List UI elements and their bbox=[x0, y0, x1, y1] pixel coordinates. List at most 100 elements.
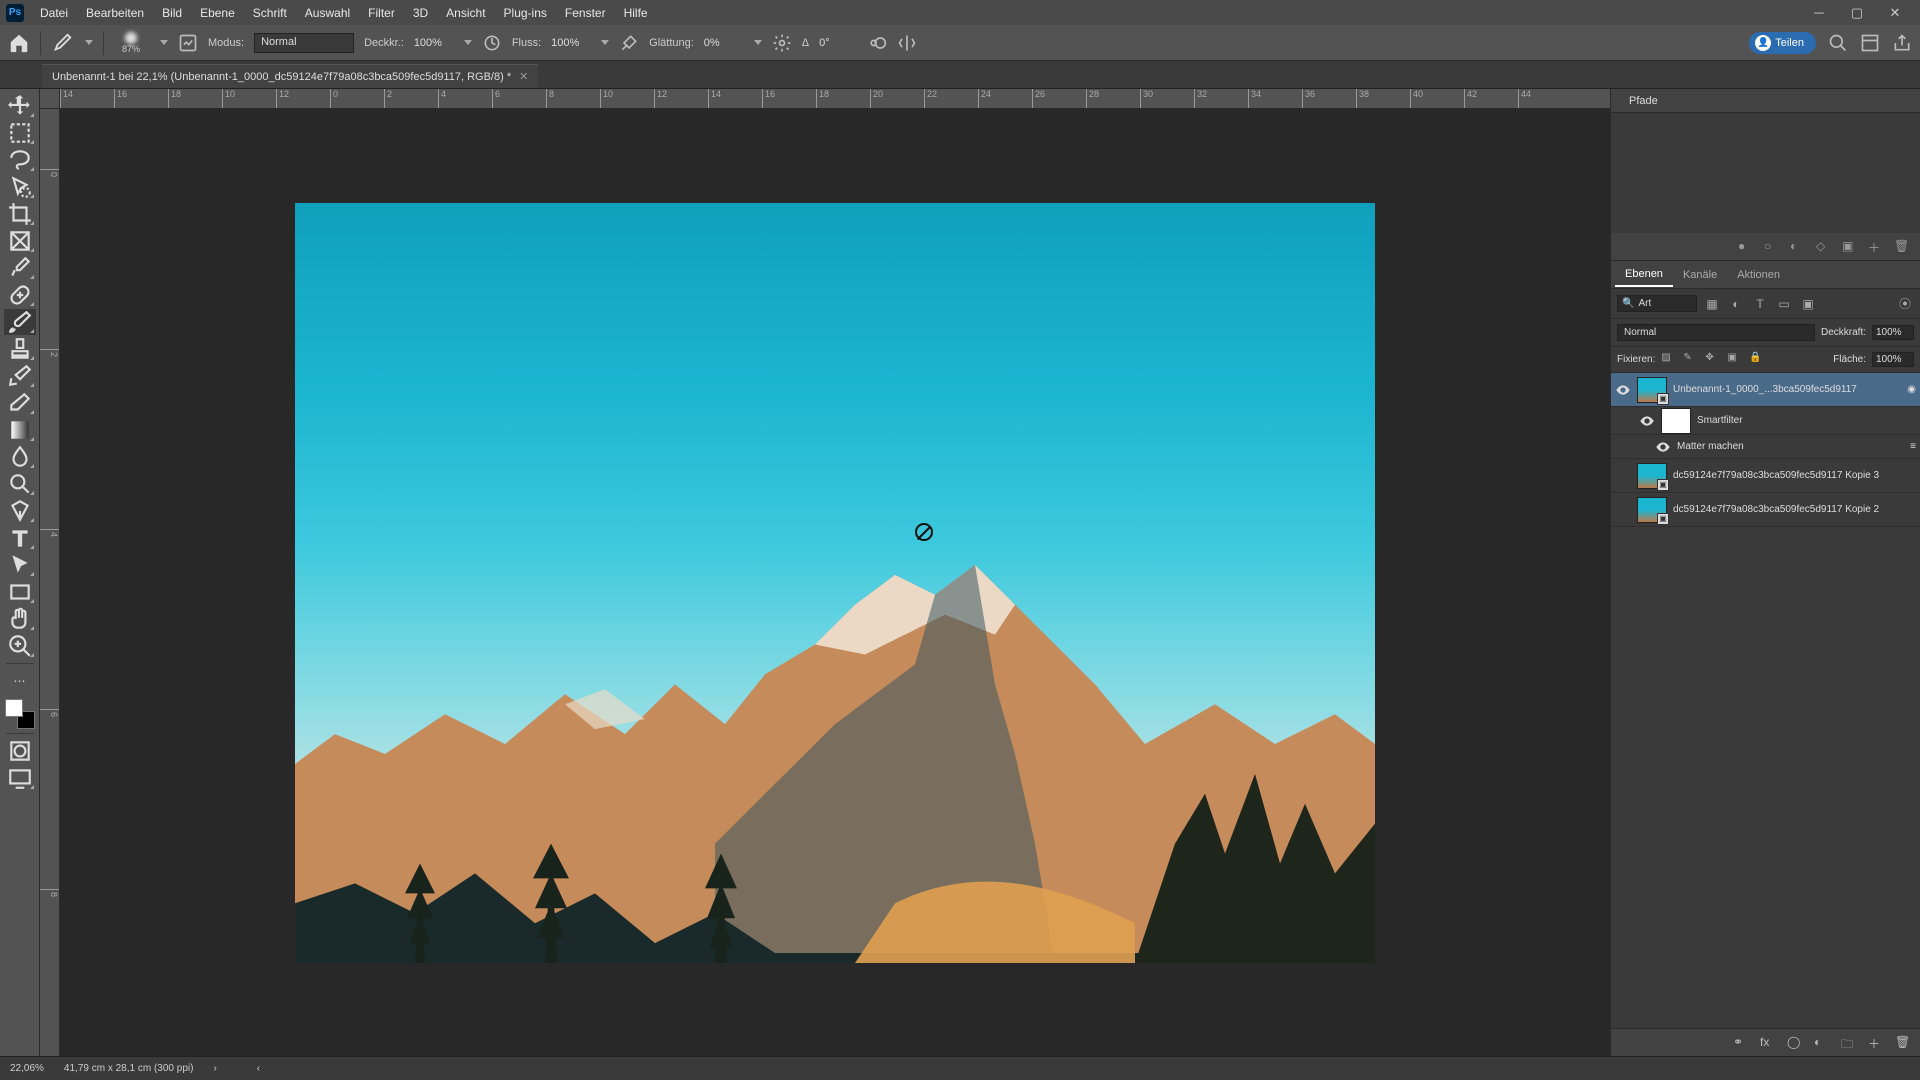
fill-path-icon[interactable]: ● bbox=[1738, 239, 1754, 255]
filter-toggle-icon[interactable]: ⦿ bbox=[1896, 295, 1914, 313]
stroke-path-icon[interactable]: ○ bbox=[1764, 239, 1780, 255]
menu-bild[interactable]: Bild bbox=[154, 3, 190, 23]
lock-brush-icon[interactable]: ✎ bbox=[1683, 352, 1699, 368]
gradient-tool[interactable] bbox=[4, 417, 36, 443]
filter-shape-icon[interactable]: ▭ bbox=[1775, 295, 1793, 313]
fill-input[interactable] bbox=[1872, 352, 1914, 367]
filter-smart-icon[interactable]: ▣ bbox=[1799, 295, 1817, 313]
frame-tool[interactable] bbox=[4, 228, 36, 254]
fg-swatch[interactable] bbox=[5, 699, 23, 717]
link-layers-icon[interactable]: ⚭ bbox=[1733, 1035, 1748, 1050]
mask-icon[interactable]: ▣ bbox=[1842, 239, 1858, 255]
angle-value[interactable]: 0° bbox=[819, 37, 857, 49]
layer-thumbnail[interactable]: ▣ bbox=[1637, 463, 1667, 489]
menu-ebene[interactable]: Ebene bbox=[192, 3, 243, 23]
menu-plug-ins[interactable]: Plug-ins bbox=[496, 3, 555, 23]
layer-name[interactable]: Unbenannt-1_0000_...3bca509fec5d9117 bbox=[1673, 384, 1897, 395]
filter-pixel-icon[interactable]: ▦ bbox=[1703, 295, 1721, 313]
lock-transparent-icon[interactable]: ▨ bbox=[1661, 352, 1677, 368]
status-arrow-icon[interactable]: › bbox=[213, 1063, 216, 1074]
chevron-down-icon[interactable] bbox=[160, 40, 168, 45]
marquee-tool[interactable] bbox=[4, 120, 36, 146]
document-tab[interactable]: Unbenannt-1 bei 22,1% (Unbenannt-1_0000_… bbox=[42, 64, 538, 88]
filter-options-icon[interactable]: ≡ bbox=[1910, 441, 1916, 452]
brush-tool[interactable] bbox=[4, 309, 36, 335]
filter-type-icon[interactable]: T bbox=[1751, 295, 1769, 313]
layer-thumbnail[interactable] bbox=[1661, 408, 1691, 434]
history-brush-tool[interactable] bbox=[4, 363, 36, 389]
chevron-down-icon[interactable] bbox=[85, 40, 93, 45]
visibility-icon[interactable] bbox=[1655, 439, 1671, 455]
visibility-icon[interactable] bbox=[1639, 413, 1655, 429]
eyedropper-tool[interactable] bbox=[4, 255, 36, 281]
layer-row[interactable]: ▣dc59124e7f79a08c3bca509fec5d9117 Kopie … bbox=[1611, 493, 1920, 527]
visibility-icon[interactable] bbox=[1615, 468, 1631, 484]
maximize-button[interactable]: ▢ bbox=[1838, 2, 1876, 24]
close-tab-icon[interactable]: ✕ bbox=[519, 70, 528, 83]
search-icon[interactable] bbox=[1828, 33, 1848, 53]
layer-name[interactable]: dc59124e7f79a08c3bca509fec5d9117 Kopie 3 bbox=[1673, 470, 1916, 481]
crop-tool[interactable] bbox=[4, 201, 36, 227]
panel-tab-aktionen[interactable]: Aktionen bbox=[1727, 264, 1790, 286]
load-selection-icon[interactable]: ◐ bbox=[1790, 239, 1806, 255]
menu-3d[interactable]: 3D bbox=[405, 3, 436, 23]
pressure-opacity-icon[interactable] bbox=[482, 33, 502, 53]
new-layer-icon[interactable]: ＋ bbox=[1868, 1035, 1883, 1050]
pen-tool[interactable] bbox=[4, 498, 36, 524]
brush-panel-icon[interactable] bbox=[178, 33, 198, 53]
dodge-tool[interactable] bbox=[4, 471, 36, 497]
menu-auswahl[interactable]: Auswahl bbox=[297, 3, 358, 23]
panel-tab-ebenen[interactable]: Ebenen bbox=[1615, 263, 1673, 287]
quick-select-tool[interactable] bbox=[4, 174, 36, 200]
menu-bearbeiten[interactable]: Bearbeiten bbox=[78, 3, 152, 23]
menu-datei[interactable]: Datei bbox=[32, 3, 76, 23]
eraser-tool[interactable] bbox=[4, 390, 36, 416]
filter-type-select[interactable]: 🔍 Art bbox=[1617, 295, 1697, 312]
menu-hilfe[interactable]: Hilfe bbox=[616, 3, 656, 23]
chevron-down-icon[interactable] bbox=[754, 40, 762, 45]
layer-row[interactable]: ▣ Unbenannt-1_0000_...3bca509fec5d9117 ◉ bbox=[1611, 373, 1920, 407]
chevron-down-icon[interactable] bbox=[601, 40, 609, 45]
brush-tool-icon[interactable] bbox=[51, 32, 73, 54]
layer-name[interactable]: Matter machen bbox=[1677, 441, 1904, 452]
canvas-area[interactable] bbox=[60, 109, 1610, 1056]
opacity-input[interactable] bbox=[1872, 325, 1914, 340]
rectangle-tool[interactable] bbox=[4, 579, 36, 605]
layer-thumbnail[interactable]: ▣ bbox=[1637, 377, 1667, 403]
make-path-icon[interactable]: ◇ bbox=[1816, 239, 1832, 255]
delete-layer-icon[interactable]: 🗑 bbox=[1895, 1035, 1910, 1050]
menu-ansicht[interactable]: Ansicht bbox=[438, 3, 493, 23]
new-path-icon[interactable]: ＋ bbox=[1868, 239, 1884, 255]
close-button[interactable]: ✕ bbox=[1876, 2, 1914, 24]
home-icon[interactable] bbox=[8, 32, 30, 54]
pressure-size-icon[interactable] bbox=[867, 33, 887, 53]
mask-icon[interactable]: ◯ bbox=[1787, 1035, 1802, 1050]
lock-artboard-icon[interactable]: ▣ bbox=[1727, 352, 1743, 368]
ruler-horizontal[interactable]: 1416181012024681012141618202224262830323… bbox=[60, 89, 1610, 109]
type-tool[interactable] bbox=[4, 525, 36, 551]
lasso-tool[interactable] bbox=[4, 147, 36, 173]
zoom-level[interactable]: 22,06% bbox=[10, 1063, 44, 1074]
layer-name[interactable]: dc59124e7f79a08c3bca509fec5d9117 Kopie 2 bbox=[1673, 504, 1916, 515]
symmetry-icon[interactable] bbox=[897, 33, 917, 53]
opacity-value[interactable]: 100% bbox=[414, 37, 452, 49]
delete-path-icon[interactable]: 🗑 bbox=[1894, 239, 1910, 255]
chevron-down-icon[interactable] bbox=[464, 40, 472, 45]
layer-row[interactable]: Matter machen ≡ bbox=[1611, 435, 1920, 459]
lock-all-icon[interactable]: 🔒 bbox=[1749, 352, 1765, 368]
airbrush-icon[interactable] bbox=[619, 33, 639, 53]
menu-filter[interactable]: Filter bbox=[360, 3, 403, 23]
paths-panel-tab[interactable]: Pfade bbox=[1611, 89, 1920, 113]
layer-row[interactable]: Smartfilter bbox=[1611, 407, 1920, 435]
more-tools-icon[interactable]: ⋯ bbox=[4, 668, 36, 694]
ruler-vertical[interactable]: 02468 bbox=[40, 109, 60, 1056]
heal-tool[interactable] bbox=[4, 282, 36, 308]
adjustment-icon[interactable]: ◐ bbox=[1814, 1035, 1829, 1050]
status-chevron-left-icon[interactable]: ‹ bbox=[257, 1063, 260, 1074]
blend-mode-select[interactable]: Normal bbox=[1617, 324, 1815, 341]
color-swatches[interactable] bbox=[5, 699, 35, 729]
stamp-tool[interactable] bbox=[4, 336, 36, 362]
blur-tool[interactable] bbox=[4, 444, 36, 470]
layer-target-icon[interactable]: ◉ bbox=[1907, 384, 1916, 395]
visibility-icon[interactable] bbox=[1615, 382, 1631, 398]
